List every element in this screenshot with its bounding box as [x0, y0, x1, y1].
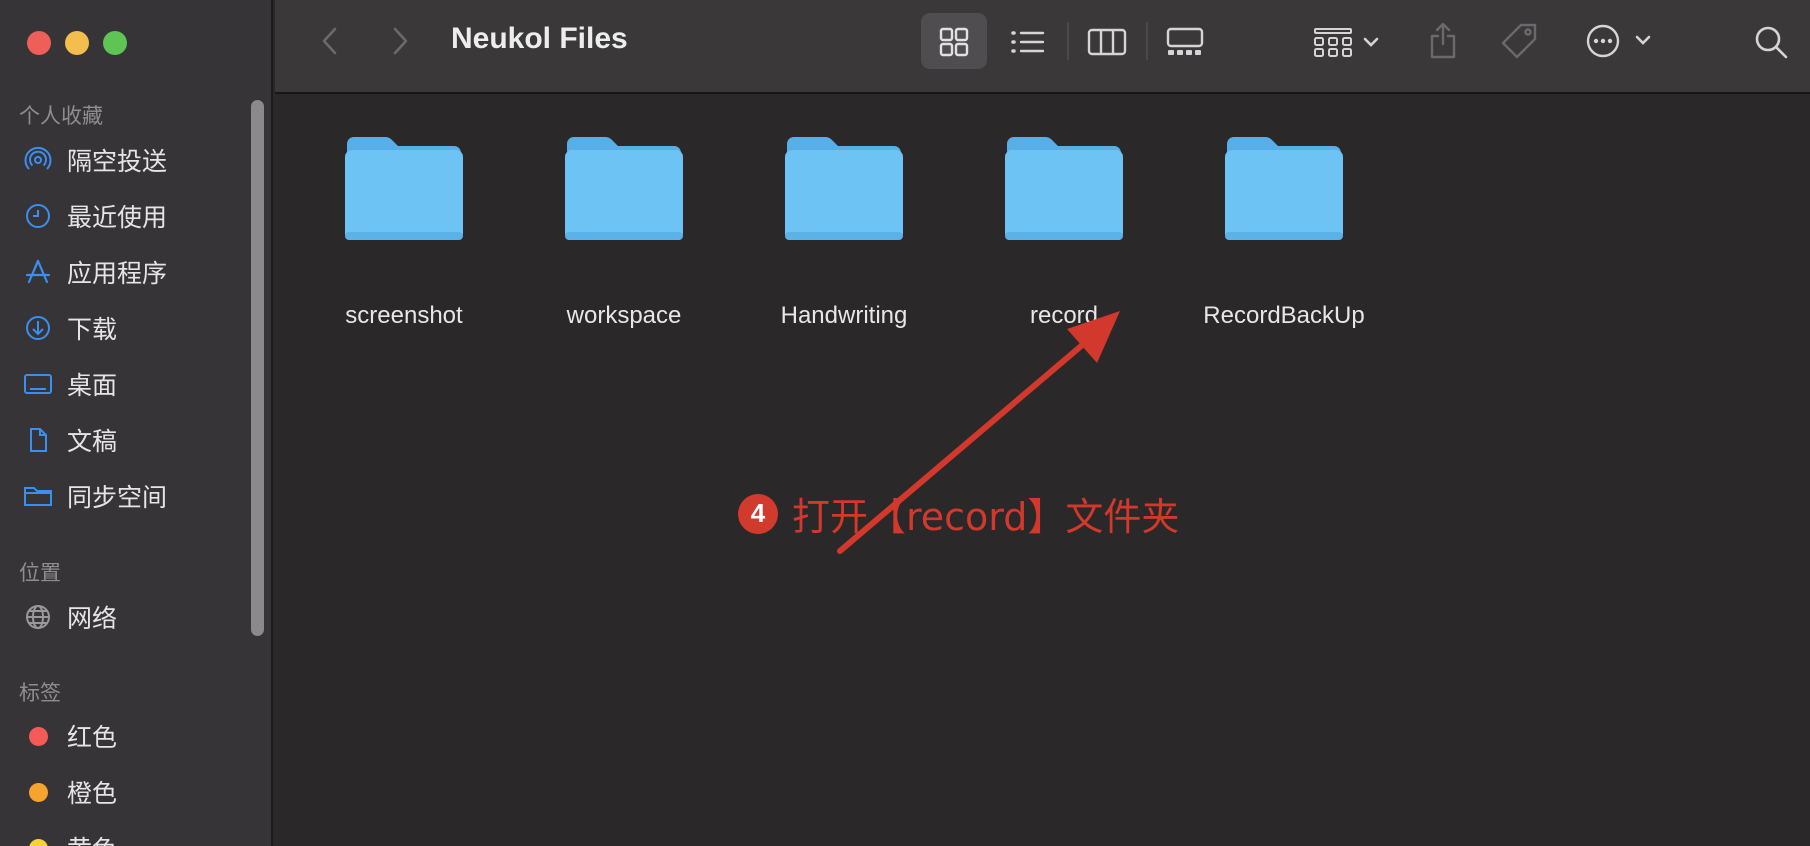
sidebar-item-label: 最近使用: [67, 203, 168, 232]
folder-item[interactable]: Handwriting: [749, 136, 939, 329]
airdrop-icon: [23, 145, 53, 175]
sidebar-item-tag-red[interactable]: 红色: [0, 713, 250, 759]
folder-name: workspace: [566, 302, 682, 329]
sidebar-item-documents[interactable]: 文稿: [0, 417, 250, 463]
share-icon: [1430, 22, 1456, 59]
sidebar: 个人收藏 隔空投送 最近使用 应用程序 下载 桌面 文稿 同步空间 位置 网络 …: [0, 0, 273, 846]
zoom-window-button[interactable]: [103, 31, 127, 55]
sidebar-item-tag-yellow[interactable]: 黄色: [0, 825, 250, 846]
sidebar-item-label: 应用程序: [67, 259, 168, 288]
applications-icon: [23, 257, 53, 287]
group-by-button[interactable]: [1313, 24, 1383, 60]
folder-icon: [785, 137, 903, 240]
icon-view-button[interactable]: [936, 24, 972, 60]
share-button[interactable]: [1425, 20, 1461, 62]
folder-item[interactable]: screenshot: [309, 136, 499, 329]
sidebar-item-label: 红色: [67, 723, 118, 752]
forward-icon: [393, 27, 408, 55]
folder-item[interactable]: RecordBackUp: [1189, 136, 1379, 329]
sidebar-item-label: 文稿: [67, 427, 118, 456]
icon-view-icon: [939, 27, 969, 57]
globe-icon: [23, 602, 53, 632]
close-window-button[interactable]: [27, 31, 51, 55]
file-browser-content: screenshot workspace Handwriting record …: [275, 96, 1810, 846]
toolbar: Neukol Files: [275, 0, 1810, 94]
window-title: Neukol Files: [451, 22, 628, 55]
sidebar-item-label: 橙色: [67, 779, 118, 808]
tag-dot-icon: [23, 833, 53, 846]
column-view-button[interactable]: [1086, 24, 1128, 60]
tag-dot-icon: [23, 777, 53, 807]
search-icon: [1755, 26, 1788, 59]
desktop-icon: [23, 369, 53, 399]
sidebar-item-airdrop[interactable]: 隔空投送: [0, 137, 250, 183]
toolbar-divider: [1146, 22, 1148, 60]
sidebar-section-locations: 位置: [19, 561, 61, 585]
group-icon: [1314, 28, 1379, 57]
folder-icon: [1005, 137, 1123, 240]
more-actions-button[interactable]: [1583, 20, 1655, 62]
document-icon: [23, 425, 53, 455]
toolbar-divider: [1067, 22, 1069, 60]
sidebar-item-label: 桌面: [67, 371, 118, 400]
step-instruction: 打开【record】文件夹: [792, 495, 1180, 539]
sidebar-item-downloads[interactable]: 下载: [0, 305, 250, 351]
more-icon: [1586, 24, 1651, 58]
gallery-view-icon: [1166, 27, 1204, 55]
sidebar-item-label: 网络: [67, 604, 118, 633]
clock-icon: [23, 201, 53, 231]
window-controls: [27, 31, 127, 55]
list-view-icon: [1011, 31, 1045, 53]
download-icon: [23, 313, 53, 343]
folder-icon: [23, 481, 53, 511]
tag-dot-icon: [23, 721, 53, 751]
sidebar-item-label: 下载: [67, 315, 118, 344]
search-button[interactable]: [1751, 22, 1791, 62]
sidebar-item-label: 同步空间: [67, 483, 168, 512]
tag-button[interactable]: [1498, 20, 1540, 62]
forward-button[interactable]: [385, 26, 415, 56]
tag-icon: [1501, 23, 1537, 59]
column-view-icon: [1087, 28, 1127, 56]
gallery-view-button[interactable]: [1164, 24, 1206, 60]
sidebar-item-tag-orange[interactable]: 橙色: [0, 769, 250, 815]
sidebar-item-label: 隔空投送: [67, 147, 168, 176]
finder-window: 个人收藏 隔空投送 最近使用 应用程序 下载 桌面 文稿 同步空间 位置 网络 …: [0, 0, 1810, 846]
sidebar-item-sync-space[interactable]: 同步空间: [0, 473, 250, 519]
back-icon: [322, 27, 337, 55]
back-button[interactable]: [315, 26, 345, 56]
sidebar-item-label: 黄色: [67, 830, 117, 846]
folder-name: RecordBackUp: [1203, 302, 1365, 329]
step-number-badge: 4: [738, 493, 778, 534]
sidebar-item-applications[interactable]: 应用程序: [0, 249, 250, 295]
sidebar-item-recents[interactable]: 最近使用: [0, 193, 250, 239]
minimize-window-button[interactable]: [65, 31, 89, 55]
sidebar-item-network[interactable]: 网络: [0, 594, 250, 640]
sidebar-section-favorites: 个人收藏: [19, 104, 103, 128]
list-view-button[interactable]: [1008, 24, 1048, 60]
sidebar-section-tags: 标签: [19, 681, 61, 705]
folder-icon: [565, 137, 683, 240]
sidebar-scrollbar[interactable]: [251, 100, 264, 636]
step-annotation: 4 打开【record】文件夹: [738, 486, 1179, 541]
sidebar-item-desktop[interactable]: 桌面: [0, 361, 250, 407]
folder-item[interactable]: workspace: [529, 136, 719, 329]
folder-icon: [1225, 137, 1343, 240]
folder-name: screenshot: [345, 302, 463, 329]
folder-item[interactable]: record: [969, 136, 1159, 329]
folder-icon: [345, 137, 463, 240]
